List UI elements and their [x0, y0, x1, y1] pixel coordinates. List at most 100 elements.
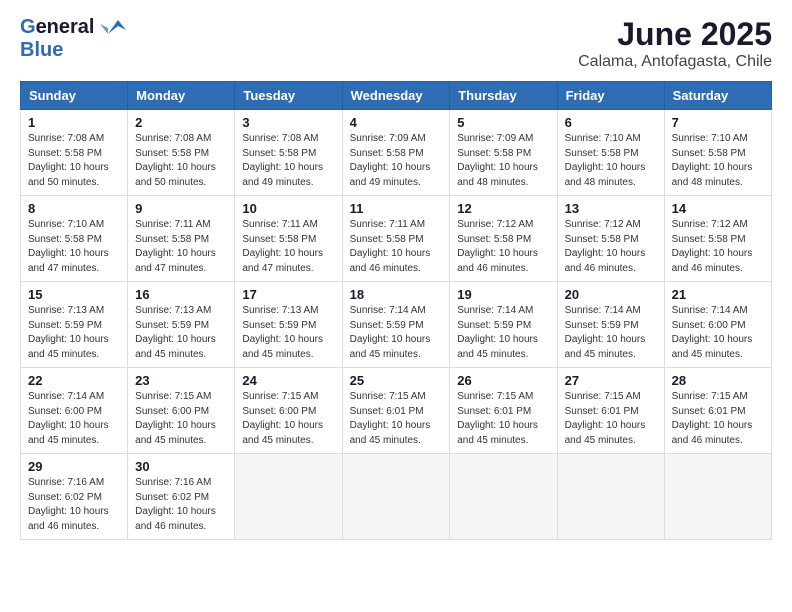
calendar-cell: 2 Sunrise: 7:08 AMSunset: 5:58 PMDayligh…: [128, 110, 235, 196]
calendar-header-tuesday: Tuesday: [235, 82, 342, 110]
calendar-week-0: 1 Sunrise: 7:08 AMSunset: 5:58 PMDayligh…: [21, 110, 772, 196]
day-info: Sunrise: 7:11 AMSunset: 5:58 PMDaylight:…: [350, 218, 443, 276]
day-info: Sunrise: 7:12 AMSunset: 5:58 PMDaylight:…: [457, 218, 549, 276]
calendar-cell: 26 Sunrise: 7:15 AMSunset: 6:01 PMDaylig…: [450, 368, 557, 454]
day-info: Sunrise: 7:14 AMSunset: 5:59 PMDaylight:…: [457, 304, 549, 362]
day-number: 27: [565, 373, 657, 388]
day-number: 5: [457, 115, 549, 130]
calendar-header-thursday: Thursday: [450, 82, 557, 110]
day-number: 24: [242, 373, 334, 388]
calendar-cell: 4 Sunrise: 7:09 AMSunset: 5:58 PMDayligh…: [342, 110, 450, 196]
calendar-cell: 15 Sunrise: 7:13 AMSunset: 5:59 PMDaylig…: [21, 282, 128, 368]
day-number: 13: [565, 201, 657, 216]
calendar-header-saturday: Saturday: [664, 82, 771, 110]
calendar-cell: [557, 454, 664, 540]
day-info: Sunrise: 7:14 AMSunset: 5:59 PMDaylight:…: [565, 304, 657, 362]
day-number: 19: [457, 287, 549, 302]
calendar-cell: 18 Sunrise: 7:14 AMSunset: 5:59 PMDaylig…: [342, 282, 450, 368]
day-number: 15: [28, 287, 120, 302]
day-info: Sunrise: 7:15 AMSunset: 6:01 PMDaylight:…: [457, 390, 549, 448]
day-number: 4: [350, 115, 443, 130]
calendar-cell: 9 Sunrise: 7:11 AMSunset: 5:58 PMDayligh…: [128, 196, 235, 282]
day-info: Sunrise: 7:09 AMSunset: 5:58 PMDaylight:…: [350, 132, 443, 190]
day-number: 1: [28, 115, 120, 130]
day-info: Sunrise: 7:09 AMSunset: 5:58 PMDaylight:…: [457, 132, 549, 190]
day-info: Sunrise: 7:08 AMSunset: 5:58 PMDaylight:…: [28, 132, 120, 190]
calendar-cell: 1 Sunrise: 7:08 AMSunset: 5:58 PMDayligh…: [21, 110, 128, 196]
day-number: 10: [242, 201, 334, 216]
logo: General Blue: [20, 16, 128, 62]
calendar-cell: 8 Sunrise: 7:10 AMSunset: 5:58 PMDayligh…: [21, 196, 128, 282]
day-number: 18: [350, 287, 443, 302]
day-number: 28: [672, 373, 764, 388]
calendar-cell: 25 Sunrise: 7:15 AMSunset: 6:01 PMDaylig…: [342, 368, 450, 454]
calendar-cell: 11 Sunrise: 7:11 AMSunset: 5:58 PMDaylig…: [342, 196, 450, 282]
calendar-cell: 13 Sunrise: 7:12 AMSunset: 5:58 PMDaylig…: [557, 196, 664, 282]
page-container: General Blue June 2025 Calama, Antofagas…: [0, 0, 792, 550]
day-number: 29: [28, 459, 120, 474]
day-number: 12: [457, 201, 549, 216]
day-number: 25: [350, 373, 443, 388]
day-info: Sunrise: 7:11 AMSunset: 5:58 PMDaylight:…: [242, 218, 334, 276]
calendar-week-2: 15 Sunrise: 7:13 AMSunset: 5:59 PMDaylig…: [21, 282, 772, 368]
day-info: Sunrise: 7:12 AMSunset: 5:58 PMDaylight:…: [672, 218, 764, 276]
day-number: 30: [135, 459, 227, 474]
day-info: Sunrise: 7:10 AMSunset: 5:58 PMDaylight:…: [565, 132, 657, 190]
day-info: Sunrise: 7:15 AMSunset: 6:00 PMDaylight:…: [135, 390, 227, 448]
calendar-cell: 14 Sunrise: 7:12 AMSunset: 5:58 PMDaylig…: [664, 196, 771, 282]
calendar-cell: [235, 454, 342, 540]
day-info: Sunrise: 7:15 AMSunset: 6:01 PMDaylight:…: [565, 390, 657, 448]
logo-top-row: General: [20, 16, 128, 39]
day-info: Sunrise: 7:12 AMSunset: 5:58 PMDaylight:…: [565, 218, 657, 276]
day-info: Sunrise: 7:13 AMSunset: 5:59 PMDaylight:…: [242, 304, 334, 362]
day-info: Sunrise: 7:14 AMSunset: 6:00 PMDaylight:…: [28, 390, 120, 448]
day-number: 14: [672, 201, 764, 216]
location-text: Calama, Antofagasta, Chile: [578, 53, 772, 71]
calendar-week-4: 29 Sunrise: 7:16 AMSunset: 6:02 PMDaylig…: [21, 454, 772, 540]
logo-blue-text: Blue: [20, 39, 63, 62]
calendar-header-friday: Friday: [557, 82, 664, 110]
calendar-cell: 16 Sunrise: 7:13 AMSunset: 5:59 PMDaylig…: [128, 282, 235, 368]
day-number: 21: [672, 287, 764, 302]
day-info: Sunrise: 7:14 AMSunset: 6:00 PMDaylight:…: [672, 304, 764, 362]
month-title: June 2025: [578, 16, 772, 53]
calendar-cell: 27 Sunrise: 7:15 AMSunset: 6:01 PMDaylig…: [557, 368, 664, 454]
day-number: 9: [135, 201, 227, 216]
day-number: 2: [135, 115, 227, 130]
day-info: Sunrise: 7:13 AMSunset: 5:59 PMDaylight:…: [135, 304, 227, 362]
calendar-cell: 17 Sunrise: 7:13 AMSunset: 5:59 PMDaylig…: [235, 282, 342, 368]
calendar-cell: [342, 454, 450, 540]
logo-bottom-row: Blue: [20, 39, 63, 62]
day-info: Sunrise: 7:16 AMSunset: 6:02 PMDaylight:…: [135, 476, 227, 534]
logo-general-text: General: [20, 16, 95, 39]
header: General Blue June 2025 Calama, Antofagas…: [20, 16, 772, 71]
day-number: 7: [672, 115, 764, 130]
day-number: 11: [350, 201, 443, 216]
calendar-cell: [664, 454, 771, 540]
logo-bird-icon: [98, 16, 128, 38]
calendar-cell: 21 Sunrise: 7:14 AMSunset: 6:00 PMDaylig…: [664, 282, 771, 368]
calendar-header-monday: Monday: [128, 82, 235, 110]
day-info: Sunrise: 7:08 AMSunset: 5:58 PMDaylight:…: [135, 132, 227, 190]
day-number: 6: [565, 115, 657, 130]
calendar-cell: 3 Sunrise: 7:08 AMSunset: 5:58 PMDayligh…: [235, 110, 342, 196]
day-info: Sunrise: 7:13 AMSunset: 5:59 PMDaylight:…: [28, 304, 120, 362]
day-number: 8: [28, 201, 120, 216]
calendar-cell: 7 Sunrise: 7:10 AMSunset: 5:58 PMDayligh…: [664, 110, 771, 196]
day-info: Sunrise: 7:15 AMSunset: 6:01 PMDaylight:…: [350, 390, 443, 448]
day-number: 3: [242, 115, 334, 130]
calendar-header-sunday: Sunday: [21, 82, 128, 110]
calendar-cell: 28 Sunrise: 7:15 AMSunset: 6:01 PMDaylig…: [664, 368, 771, 454]
calendar-cell: 10 Sunrise: 7:11 AMSunset: 5:58 PMDaylig…: [235, 196, 342, 282]
calendar-cell: 6 Sunrise: 7:10 AMSunset: 5:58 PMDayligh…: [557, 110, 664, 196]
day-info: Sunrise: 7:10 AMSunset: 5:58 PMDaylight:…: [28, 218, 120, 276]
calendar-week-3: 22 Sunrise: 7:14 AMSunset: 6:00 PMDaylig…: [21, 368, 772, 454]
calendar-header-wednesday: Wednesday: [342, 82, 450, 110]
day-number: 17: [242, 287, 334, 302]
calendar-cell: 29 Sunrise: 7:16 AMSunset: 6:02 PMDaylig…: [21, 454, 128, 540]
day-info: Sunrise: 7:10 AMSunset: 5:58 PMDaylight:…: [672, 132, 764, 190]
title-block: June 2025 Calama, Antofagasta, Chile: [578, 16, 772, 71]
calendar-week-1: 8 Sunrise: 7:10 AMSunset: 5:58 PMDayligh…: [21, 196, 772, 282]
day-info: Sunrise: 7:11 AMSunset: 5:58 PMDaylight:…: [135, 218, 227, 276]
day-info: Sunrise: 7:08 AMSunset: 5:58 PMDaylight:…: [242, 132, 334, 190]
